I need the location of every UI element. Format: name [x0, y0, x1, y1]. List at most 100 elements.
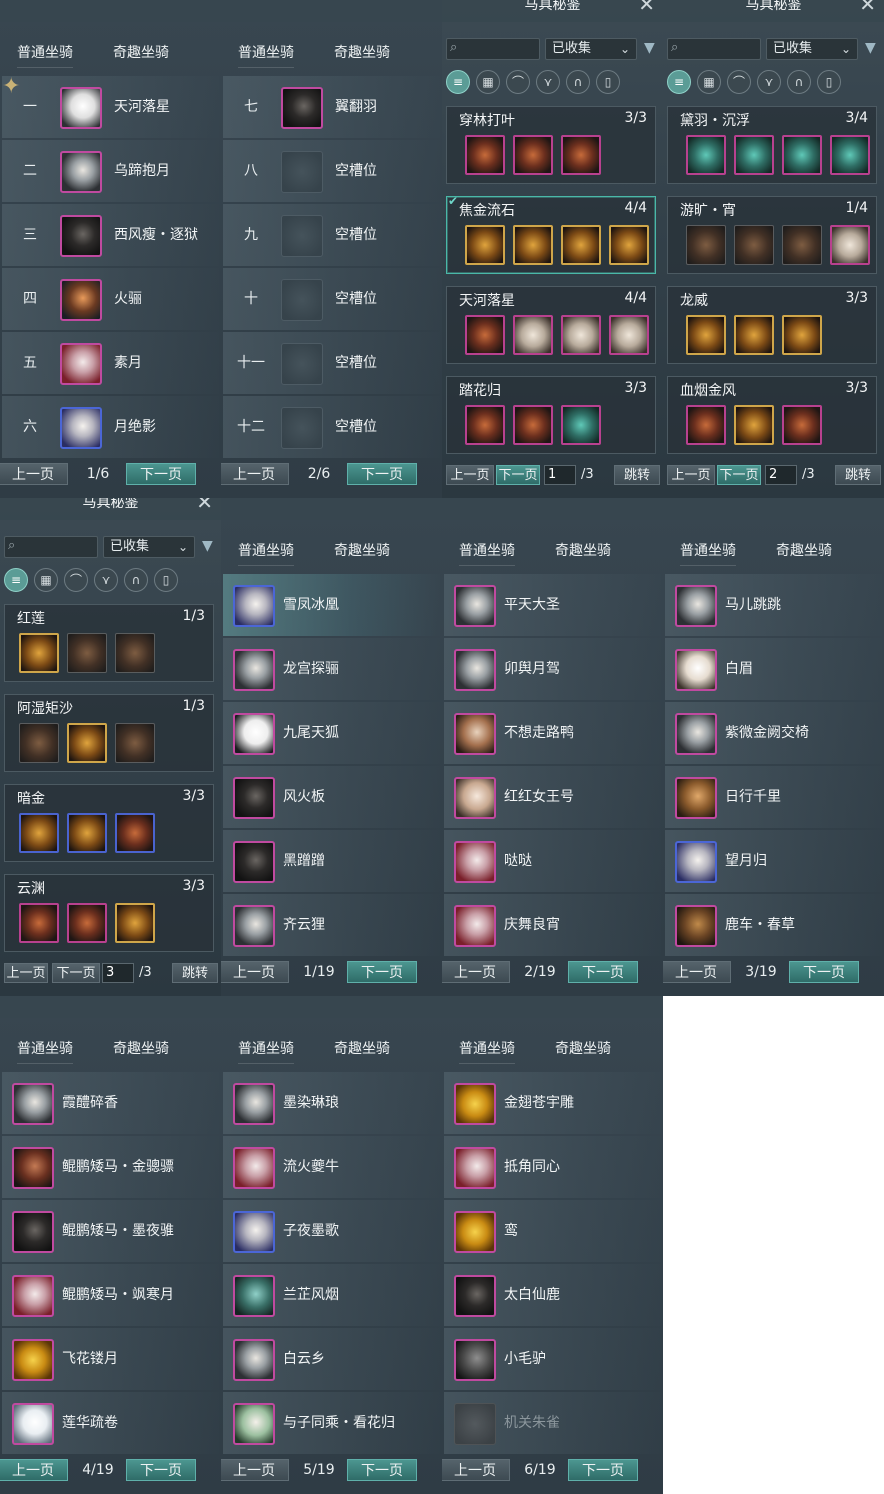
harness-set[interactable]: ✔ 焦金流石 4/4	[446, 194, 656, 274]
saddle-item-icon[interactable]	[513, 315, 553, 355]
page-input[interactable]: 2	[765, 465, 797, 485]
harness-set[interactable]: 踏花归 3/3	[446, 376, 656, 454]
tab-fun-mounts[interactable]: 奇趣坐骑	[555, 540, 611, 560]
funnel-icon[interactable]: ▼	[865, 40, 876, 56]
search-input[interactable]: ⌕	[446, 38, 540, 60]
tab-normal-mounts[interactable]: 普通坐骑	[17, 1038, 73, 1064]
mount-row[interactable]: 四 火骊	[2, 268, 219, 330]
search-input[interactable]: ⌕	[667, 38, 761, 60]
search-input[interactable]: ⌕	[4, 536, 98, 558]
bridle-item-icon[interactable]	[686, 135, 726, 175]
harness-set[interactable]: 红莲 1/3	[4, 604, 214, 682]
tab-fun-mounts[interactable]: 奇趣坐骑	[555, 1038, 611, 1058]
prev-page-button[interactable]: 上一页	[446, 465, 494, 485]
jump-button[interactable]: 跳转	[835, 465, 881, 485]
horseshoe-icon[interactable]: ∩	[787, 70, 811, 94]
bridle-item-icon[interactable]	[465, 405, 505, 445]
saddle-item-icon[interactable]	[734, 135, 774, 175]
jump-button[interactable]: 跳转	[614, 465, 660, 485]
page-input[interactable]: 1	[544, 465, 576, 485]
next-page-button[interactable]: 下一页	[347, 1459, 417, 1481]
mount-row[interactable]: 子夜墨歌	[223, 1200, 440, 1262]
grid-icon[interactable]: ▦	[476, 70, 500, 94]
horseshoe-icon[interactable]: ∩	[124, 568, 148, 592]
mount-row[interactable]: 白眉	[665, 638, 882, 700]
bridle-icon[interactable]: ⋎	[94, 568, 118, 592]
mount-row[interactable]: 红红女王号	[444, 766, 661, 828]
mount-row[interactable]: 飞花镂月	[2, 1328, 219, 1390]
armor-item-icon[interactable]	[115, 723, 155, 763]
prev-page-button[interactable]: 上一页	[442, 961, 510, 983]
list-icon[interactable]: ≡	[667, 70, 691, 94]
tab-fun-mounts[interactable]: 奇趣坐骑	[334, 42, 390, 62]
bridle-item-icon[interactable]	[686, 315, 726, 355]
armor-item-icon[interactable]	[561, 405, 601, 445]
harness-set[interactable]: 阿湿矩沙 1/3	[4, 694, 214, 772]
mount-row[interactable]: 流火夔牛	[223, 1136, 440, 1198]
armor-item-icon[interactable]	[782, 315, 822, 355]
page-input[interactable]: 3	[102, 963, 134, 983]
tab-normal-mounts[interactable]: 普通坐骑	[459, 540, 515, 566]
mount-row[interactable]: 齐云狸	[223, 894, 440, 956]
mount-row[interactable]: 金翅苍宇雕	[444, 1072, 661, 1134]
mount-row[interactable]: 霞醴碎香	[2, 1072, 219, 1134]
grid-icon[interactable]: ▦	[697, 70, 721, 94]
grid-icon[interactable]: ▦	[34, 568, 58, 592]
mount-row[interactable]: 八 空槽位	[223, 140, 440, 202]
mount-row[interactable]: 太白仙鹿	[444, 1264, 661, 1326]
funnel-icon[interactable]: ▼	[202, 538, 213, 554]
harness-set[interactable]: 血烟金风 3/3	[667, 376, 877, 454]
saddle-item-icon[interactable]	[513, 225, 553, 265]
ornament-item-icon[interactable]	[609, 315, 649, 355]
prev-page-button[interactable]: 上一页	[663, 961, 731, 983]
mount-row[interactable]: 莲华疏卷	[2, 1392, 219, 1454]
saddle-icon[interactable]: ⌒	[506, 70, 530, 94]
mount-row[interactable]: 墨染琳琅	[223, 1072, 440, 1134]
mount-row[interactable]: 鲲鹏矮马・墨夜骓	[2, 1200, 219, 1262]
armor-item-icon[interactable]	[115, 633, 155, 673]
jump-button[interactable]: 跳转	[172, 963, 218, 983]
bridle-item-icon[interactable]	[686, 225, 726, 265]
mount-row[interactable]: 九尾天狐	[223, 702, 440, 764]
mount-row[interactable]: 马儿跳跳	[665, 574, 882, 636]
prev-page-button[interactable]: 上一页	[4, 963, 48, 983]
funnel-icon[interactable]: ▼	[644, 40, 655, 56]
mount-row[interactable]: 鸾	[444, 1200, 661, 1262]
next-page-button[interactable]: 下一页	[717, 465, 761, 485]
saddle-item-icon[interactable]	[734, 315, 774, 355]
mount-row[interactable]: 庆舞良宵	[444, 894, 661, 956]
next-page-button[interactable]: 下一页	[347, 463, 417, 485]
prev-page-button[interactable]: 上一页	[0, 463, 68, 485]
close-icon[interactable]: ✕	[638, 0, 655, 16]
mount-row[interactable]: 鹿车・春草	[665, 894, 882, 956]
harness-set[interactable]: 天河落星 4/4	[446, 286, 656, 364]
mount-row[interactable]: 兰芷风烟	[223, 1264, 440, 1326]
mount-row[interactable]: 十二 空槽位	[223, 396, 440, 458]
mount-row[interactable]: 日行千里	[665, 766, 882, 828]
armor-item-icon[interactable]	[561, 135, 601, 175]
armor-icon[interactable]: ▯	[154, 568, 178, 592]
saddle-item-icon[interactable]	[67, 633, 107, 673]
bridle-item-icon[interactable]	[19, 903, 59, 943]
bridle-item-icon[interactable]	[465, 315, 505, 355]
tab-fun-mounts[interactable]: 奇趣坐骑	[776, 540, 832, 560]
mount-row[interactable]: 六 月绝影	[2, 396, 219, 458]
mount-row[interactable]: 哒哒	[444, 830, 661, 892]
collected-filter-dropdown[interactable]: 已收集 ⌄	[545, 38, 637, 60]
harness-set[interactable]: 黛羽・沉浮 3/4	[667, 106, 877, 184]
prev-page-button[interactable]: 上一页	[667, 465, 715, 485]
mount-row[interactable]: 抵角同心	[444, 1136, 661, 1198]
armor-item-icon[interactable]	[561, 225, 601, 265]
mount-row[interactable]: 黑蹭蹭	[223, 830, 440, 892]
tab-normal-mounts[interactable]: 普通坐骑	[459, 1038, 515, 1064]
collected-filter-dropdown[interactable]: 已收集 ⌄	[766, 38, 858, 60]
mount-row[interactable]: 卯舆月驾	[444, 638, 661, 700]
prev-page-button[interactable]: 上一页	[221, 463, 289, 485]
tab-normal-mounts[interactable]: 普通坐骑	[680, 540, 736, 566]
prev-page-button[interactable]: 上一页	[221, 1459, 289, 1481]
mount-row[interactable]: 平天大圣	[444, 574, 661, 636]
saddle-item-icon[interactable]	[734, 405, 774, 445]
bridle-icon[interactable]: ⋎	[536, 70, 560, 94]
tab-fun-mounts[interactable]: 奇趣坐骑	[334, 540, 390, 560]
harness-set[interactable]: 穿林打叶 3/3	[446, 106, 656, 184]
